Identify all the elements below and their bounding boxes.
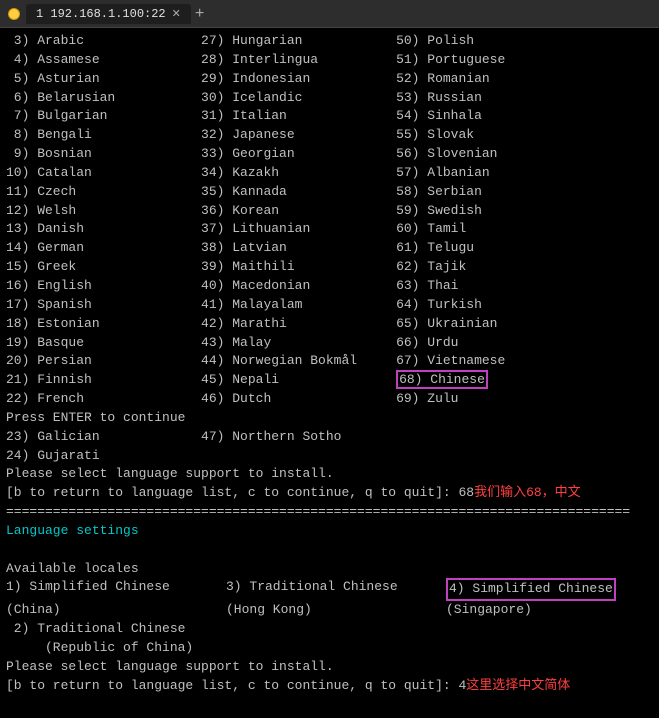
chinese-note-2: 这里选择中文简体 <box>466 677 570 696</box>
lang-line-13: 13) Danish 37) Lithuanian 60) Tamil <box>6 220 653 239</box>
chinese-note-1: 我们输入68，中文 <box>474 484 581 503</box>
divider-line: ========================================… <box>6 503 653 522</box>
prompt2-text: [b to return to language list, c to cont… <box>6 677 466 696</box>
lang-line-15: 15) Greek 39) Maithili 62) Tajik <box>6 258 653 277</box>
lang-line-21: 21) Finnish 45) Nepali 68) Chinese <box>6 371 653 390</box>
locale-4-label: 4) Simplified Chinese <box>449 581 613 596</box>
locale-1-sub: (China) <box>6 601 226 620</box>
locale-4-sub: (Singapore) <box>446 601 532 620</box>
lang-line-9: 9) Bosnian 33) Georgian 56) Slovenian <box>6 145 653 164</box>
lang-line-7: 7) Bulgarian 31) Italian 54) Sinhala <box>6 107 653 126</box>
lang-line-5: 5) Asturian 29) Indonesian 52) Romanian <box>6 70 653 89</box>
lang-line-12: 12) Welsh 36) Korean 59) Swedish <box>6 202 653 221</box>
prompt1-text: [b to return to language list, c to cont… <box>6 484 474 503</box>
locale-2-sub: (Republic of China) <box>6 639 653 658</box>
lang-line-17: 17) Spanish 41) Malayalam 64) Turkish <box>6 296 653 315</box>
active-tab[interactable]: 1 192.168.1.100:22 ✕ <box>26 4 191 24</box>
please-select-1: Please select language support to instal… <box>6 465 653 484</box>
press-enter-line: Press ENTER to continue <box>6 409 653 428</box>
locale-3-label: 3) Traditional Chinese <box>226 578 446 601</box>
lang-line-14: 14) German 38) Latvian 61) Telugu <box>6 239 653 258</box>
terminal-window: 3) Arabic 27) Hungarian 50) Polish 4) As… <box>0 28 659 718</box>
lang-line-23: 23) Galician 47) Northern Sotho <box>6 428 653 447</box>
title-bar: 1 192.168.1.100:22 ✕ + <box>0 0 659 28</box>
locales-row-1: 1) Simplified Chinese 3) Traditional Chi… <box>6 578 653 601</box>
lang-line-22: 22) French 46) Dutch 69) Zulu <box>6 390 653 409</box>
lang-line-3: 3) Arabic 27) Hungarian 50) Polish <box>6 32 653 51</box>
please-select-2: Please select language support to instal… <box>6 658 653 677</box>
lang-line-16: 16) English 40) Macedonian 63) Thai <box>6 277 653 296</box>
highlight-68: 68) Chinese <box>396 370 488 389</box>
new-tab-button[interactable]: + <box>195 5 205 23</box>
lang-line-18: 18) Estonian 42) Marathi 65) Ukrainian <box>6 315 653 334</box>
locale-2-label: 2) Traditional Chinese <box>6 620 653 639</box>
trailing-line <box>6 696 653 715</box>
lang-line-6: 6) Belarusian 30) Icelandic 53) Russian <box>6 89 653 108</box>
lang-line-24: 24) Gujarati <box>6 447 653 466</box>
lang-line-19: 19) Basque 43) Malay 66) Urdu <box>6 334 653 353</box>
lang-line-10: 10) Catalan 34) Kazakh 57) Albanian <box>6 164 653 183</box>
locales-row-1b: (China) (Hong Kong) (Singapore) <box>6 601 653 620</box>
highlight-4: 4) Simplified Chinese <box>446 578 616 601</box>
locale-1-label: 1) Simplified Chinese <box>6 578 226 601</box>
prompt-line-1: [b to return to language list, c to cont… <box>6 484 653 503</box>
lang-line-11: 11) Czech 35) Kannada 58) Serbian <box>6 183 653 202</box>
tab-label: 1 192.168.1.100:22 <box>36 7 166 21</box>
window-icon <box>8 8 20 20</box>
prompt-line-2: [b to return to language list, c to cont… <box>6 677 653 696</box>
locale-3-sub: (Hong Kong) <box>226 601 446 620</box>
available-locales: Available locales <box>6 560 653 579</box>
section-title: Language settings <box>6 522 653 541</box>
lang-line-20: 20) Persian 44) Norwegian Bokmål 67) Vie… <box>6 352 653 371</box>
lang-line-4: 4) Assamese 28) Interlingua 51) Portugue… <box>6 51 653 70</box>
lang-line-8: 8) Bengali 32) Japanese 55) Slovak <box>6 126 653 145</box>
blank-line <box>6 541 653 560</box>
tab-close-button[interactable]: ✕ <box>172 7 181 21</box>
